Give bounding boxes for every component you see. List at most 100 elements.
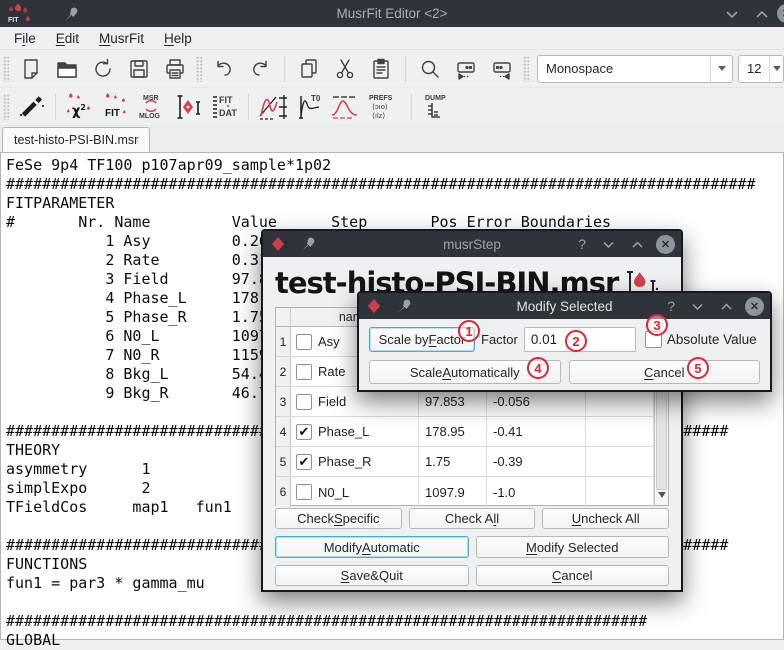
font-size-combo[interactable]: 12 bbox=[738, 55, 784, 83]
calc-chisq-icon[interactable]: χ2 bbox=[62, 91, 98, 123]
font-family-value: Monospace bbox=[538, 61, 710, 76]
minimize-icon[interactable] bbox=[692, 303, 703, 310]
svg-text:FIT: FIT bbox=[219, 95, 233, 105]
svg-text:DUMP: DUMP bbox=[425, 95, 446, 102]
row-checkbox[interactable]: ✔ bbox=[296, 454, 312, 470]
modify-selected-button[interactable]: Modify Selected bbox=[476, 536, 670, 558]
row-name: Asy bbox=[318, 334, 340, 349]
svg-text:⟨ɔıo⟩: ⟨ɔıo⟩ bbox=[372, 102, 388, 111]
copy-button[interactable] bbox=[291, 53, 327, 85]
chevron-down-icon[interactable] bbox=[769, 56, 783, 82]
main-window: FIT MusrFit Editor <2> ✕ File Edit MusrF… bbox=[0, 0, 784, 152]
row-step: -0.41 bbox=[487, 417, 586, 446]
svg-text:MLOG: MLOG bbox=[139, 113, 161, 120]
open-file-button[interactable] bbox=[49, 53, 85, 85]
new-file-button[interactable] bbox=[13, 53, 49, 85]
check-all-button[interactable]: Check All bbox=[409, 508, 536, 529]
plot-fit-icon[interactable] bbox=[255, 91, 291, 123]
maximize-icon[interactable] bbox=[721, 303, 732, 310]
uncheck-all-button[interactable]: Uncheck All bbox=[542, 508, 669, 529]
toolbar-handle[interactable] bbox=[523, 56, 530, 82]
cut-button[interactable] bbox=[327, 53, 363, 85]
row-number: 1 bbox=[276, 327, 291, 356]
maximize-icon[interactable] bbox=[756, 10, 768, 18]
print-button[interactable] bbox=[157, 53, 193, 85]
row-name-cell: ✔Phase_L bbox=[291, 417, 419, 446]
close-icon[interactable]: ✕ bbox=[777, 4, 784, 23]
toolbar-main: Monospace 12 bbox=[0, 50, 784, 88]
musrwiz-wand-icon[interactable] bbox=[13, 91, 49, 123]
chevron-down-icon[interactable] bbox=[710, 56, 732, 82]
musrstep-dialog: musrStep ? ✕ test-histo-PSI-BIN.msr name bbox=[261, 229, 683, 592]
row-name: Field bbox=[318, 394, 346, 409]
search-button[interactable] bbox=[412, 53, 448, 85]
paste-button[interactable] bbox=[363, 53, 399, 85]
redo-button[interactable] bbox=[242, 53, 278, 85]
minimize-icon[interactable] bbox=[603, 241, 614, 248]
musrfft-icon[interactable] bbox=[327, 91, 363, 123]
msr-mlog-swap-icon[interactable]: MSR MLOG bbox=[134, 91, 170, 123]
main-titlebar: FIT MusrFit Editor <2> ✕ bbox=[0, 0, 784, 27]
undo-button[interactable] bbox=[206, 53, 242, 85]
help-icon[interactable]: ? bbox=[667, 298, 675, 314]
tab-msr-file[interactable]: test-histo-PSI-BIN.msr bbox=[2, 127, 150, 152]
svg-text:⟨ılz⟩: ⟨ılz⟩ bbox=[372, 111, 385, 120]
musrt0-icon[interactable]: T0 bbox=[291, 91, 327, 123]
menu-file[interactable]: File bbox=[4, 29, 46, 48]
find-prev-button[interactable] bbox=[484, 53, 520, 85]
row-checkbox[interactable]: ✔ bbox=[296, 424, 312, 440]
save-button[interactable] bbox=[121, 53, 157, 85]
row-checkbox[interactable] bbox=[296, 484, 312, 500]
row-filler bbox=[586, 417, 654, 446]
toolbar-separator bbox=[55, 94, 56, 120]
menu-musrfit[interactable]: MusrFit bbox=[89, 29, 154, 48]
menu-help[interactable]: Help bbox=[154, 29, 202, 48]
row-number: 3 bbox=[276, 387, 291, 416]
svg-text:DAT: DAT bbox=[219, 108, 237, 118]
toolbar-separator bbox=[284, 56, 285, 82]
msr2dat-icon[interactable]: FIT DAT bbox=[206, 91, 242, 123]
maximize-icon[interactable] bbox=[632, 241, 643, 248]
toolbar-separator bbox=[248, 94, 249, 120]
row-checkbox[interactable] bbox=[296, 364, 312, 380]
row-checkbox[interactable] bbox=[296, 394, 312, 410]
cancel-button[interactable]: Cancel bbox=[476, 565, 670, 586]
modify-titlebar[interactable]: Modify Selected ? ✕ bbox=[359, 293, 770, 319]
row-number: 5 bbox=[276, 447, 291, 476]
musrstep-titlebar[interactable]: musrStep ? ✕ bbox=[263, 231, 681, 257]
reload-button[interactable] bbox=[85, 53, 121, 85]
musrprefs-icon[interactable]: PREFS ⟨ɔıo⟩ ⟨ılz⟩ bbox=[363, 91, 405, 123]
check-specific-button[interactable]: Check Specific bbox=[275, 508, 402, 529]
table-row: 5✔Phase_R1.75-0.39 bbox=[276, 447, 668, 477]
row-name: Rate bbox=[318, 364, 345, 379]
font-size-value: 12 bbox=[739, 61, 769, 76]
row-value: 178.95 bbox=[419, 417, 487, 446]
row-name: N0_L bbox=[318, 485, 349, 500]
row-number: 2 bbox=[276, 357, 291, 386]
save-quit-button[interactable]: Save&Quit bbox=[275, 565, 469, 586]
menu-edit[interactable]: Edit bbox=[46, 29, 89, 48]
annotation-circle-2: 2 bbox=[565, 330, 587, 352]
table-row: 4✔Phase_L178.95-0.41 bbox=[276, 417, 668, 447]
musrfit-run-icon[interactable]: FIT bbox=[98, 91, 134, 123]
help-icon[interactable]: ? bbox=[578, 236, 586, 252]
toolbar-handle[interactable] bbox=[3, 56, 10, 82]
toolbar-musrfit: χ2 FIT MSR MLOG bbox=[0, 88, 784, 126]
toolbar-handle[interactable] bbox=[3, 94, 10, 120]
modify-automatic-button[interactable]: Modify Automatic bbox=[275, 536, 469, 558]
row-checkbox[interactable] bbox=[296, 334, 312, 350]
row-name-cell: ✔Phase_R bbox=[291, 447, 419, 476]
svg-text:T0: T0 bbox=[311, 94, 321, 103]
find-next-button[interactable] bbox=[448, 53, 484, 85]
scroll-down-arrow-icon[interactable] bbox=[658, 492, 666, 502]
dump-icon[interactable]: DUMP bbox=[418, 91, 458, 123]
svg-text:FIT: FIT bbox=[105, 108, 120, 119]
row-step: -1.0 bbox=[487, 477, 586, 507]
close-icon[interactable]: ✕ bbox=[745, 297, 764, 316]
close-icon[interactable]: ✕ bbox=[656, 235, 675, 254]
font-family-combo[interactable]: Monospace bbox=[537, 55, 733, 83]
minimize-icon[interactable] bbox=[726, 10, 738, 18]
toolbar-handle[interactable] bbox=[196, 56, 203, 82]
musrview-icon[interactable] bbox=[170, 91, 206, 123]
cancel-button[interactable]: Cancel bbox=[569, 360, 761, 384]
